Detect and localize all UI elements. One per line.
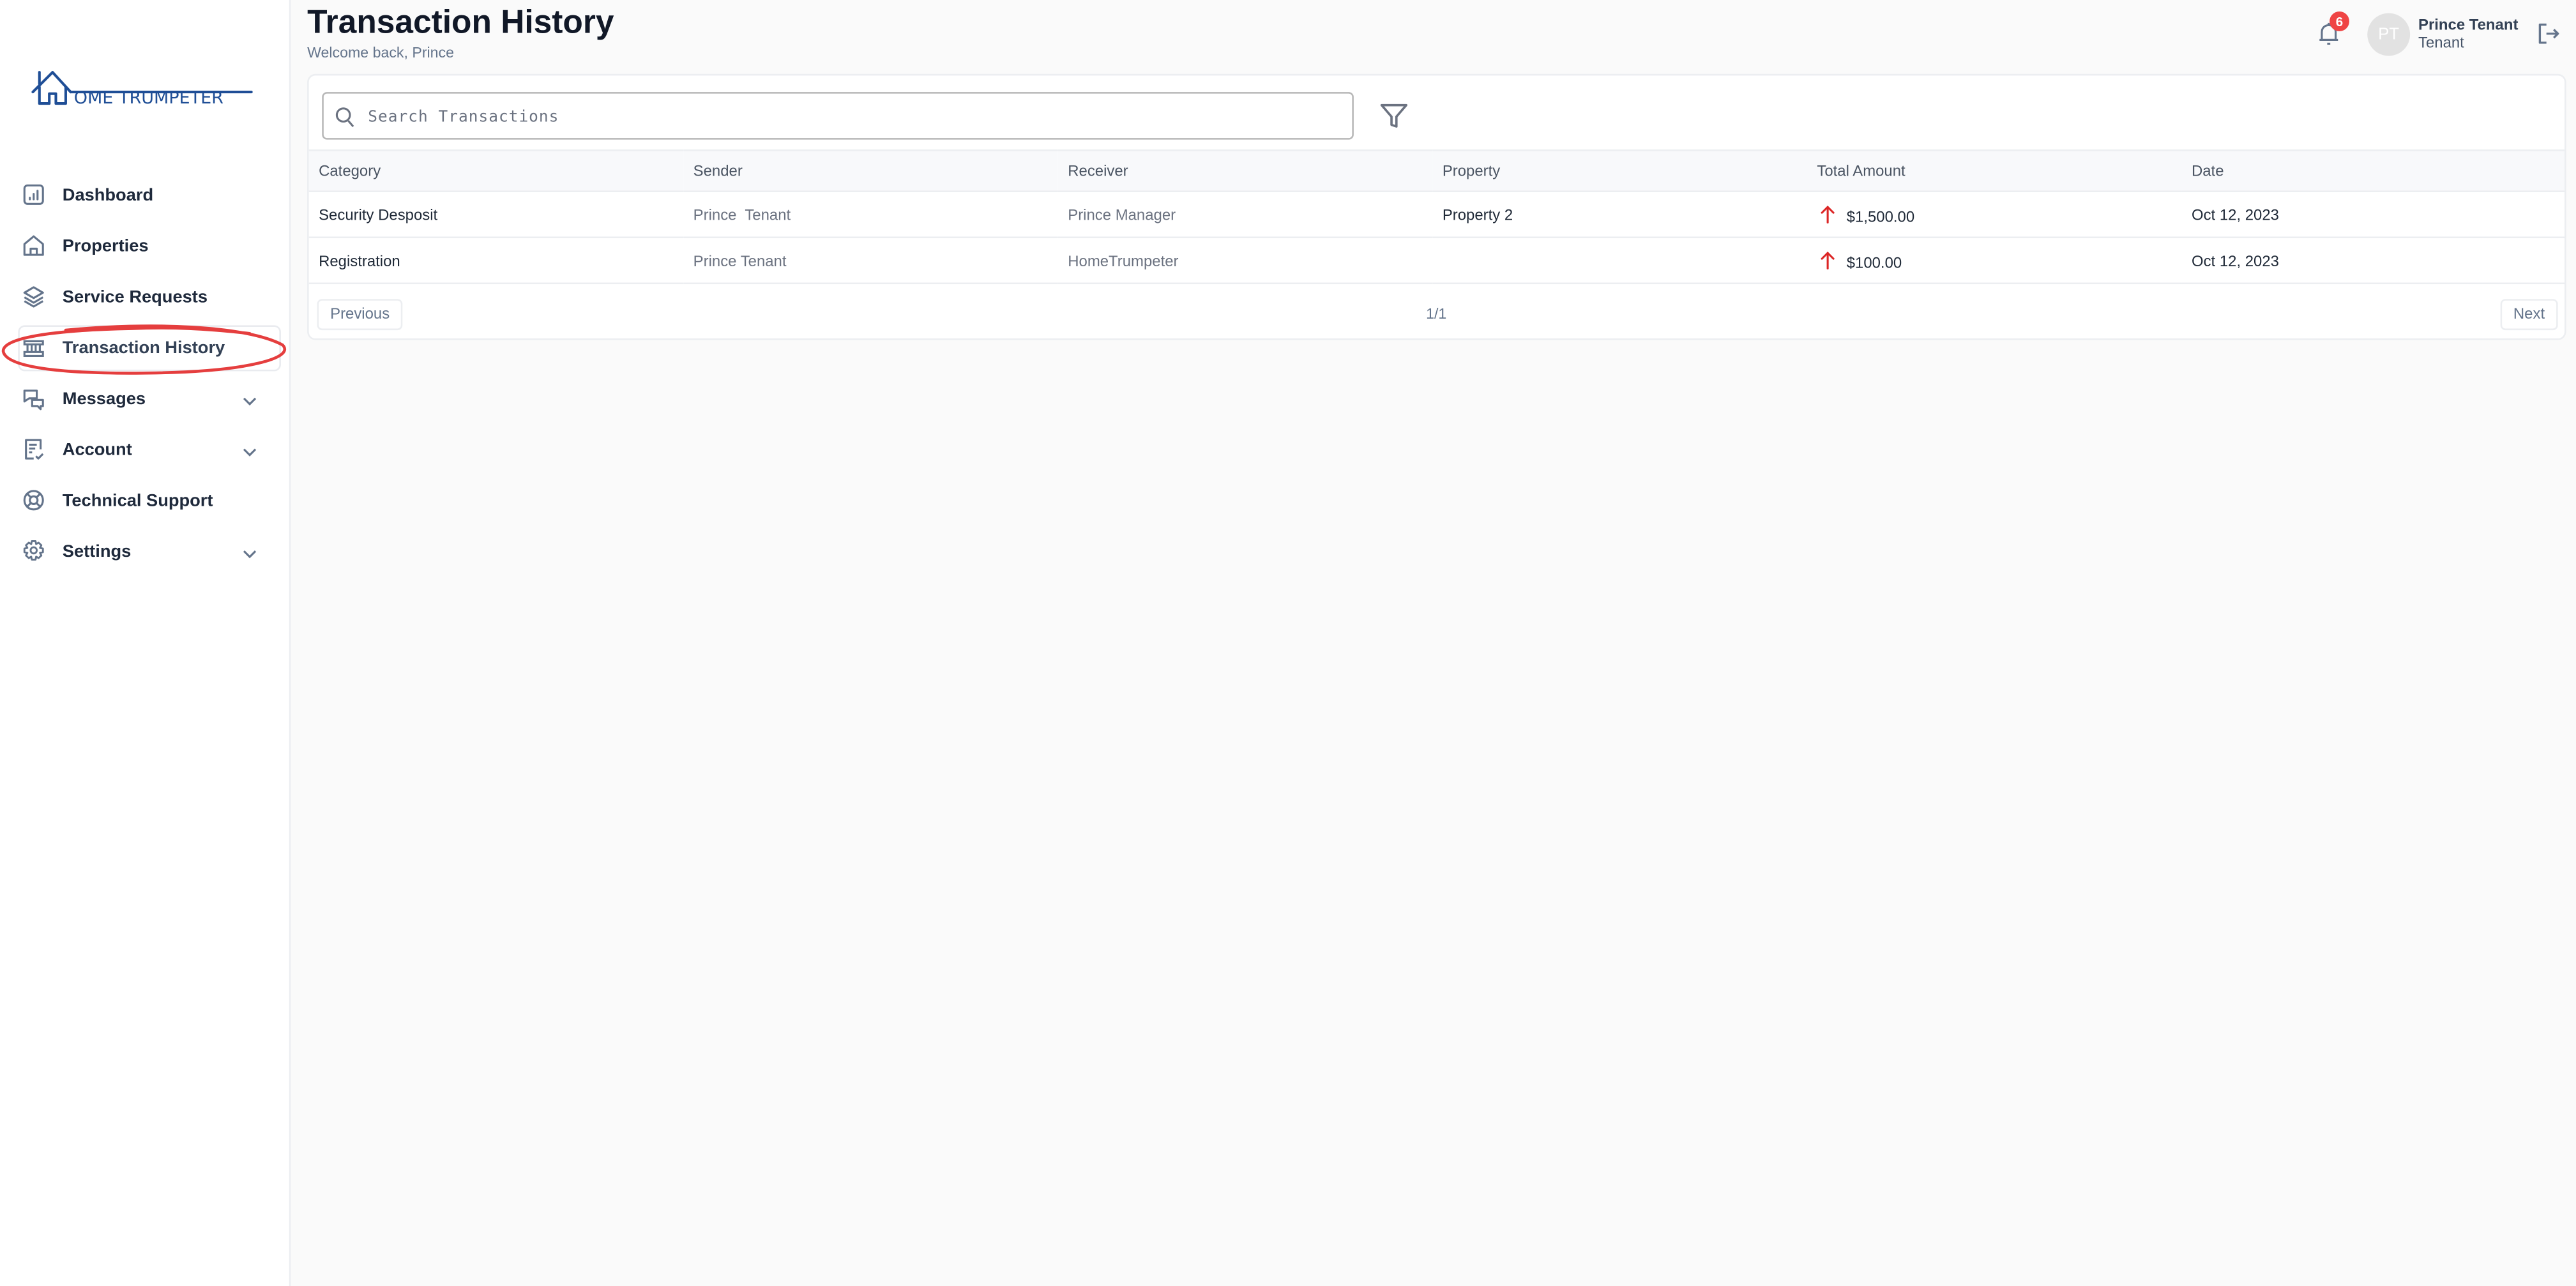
arrow-up-icon <box>1821 250 1835 269</box>
table-row[interactable]: Registration Prince Tenant HomeTrumpeter… <box>308 237 2565 284</box>
column-header-receiver: Receiver <box>1068 162 1128 179</box>
sidebar-item-properties[interactable]: Properties <box>0 220 289 271</box>
sidebar: OME TRUMPETER Dashboard Properties Servi… <box>0 0 291 1286</box>
sidebar-item-label: Messages <box>62 388 146 409</box>
sidebar-item-label: Settings <box>62 541 132 561</box>
arrow-up-icon <box>1821 204 1835 223</box>
table-header: Category Sender Receiver Property Total … <box>308 150 2565 192</box>
house-logo-icon: OME TRUMPETER <box>31 71 253 108</box>
sidebar-item-label: Technical Support <box>62 490 213 510</box>
bank-icon <box>21 335 46 360</box>
sidebar-item-dashboard[interactable]: Dashboard <box>0 169 289 220</box>
cell-category: Security Desposit <box>319 206 438 223</box>
user-name: Prince Tenant <box>2418 16 2519 33</box>
sidebar-item-label: Dashboard <box>62 185 154 205</box>
home-trumpeter-logo[interactable]: OME TRUMPETER <box>29 52 256 108</box>
cell-date: Oct 12, 2023 <box>2191 252 2279 269</box>
sidebar-item-label: Properties <box>62 236 149 256</box>
app-root: OME TRUMPETER Dashboard Properties Servi… <box>0 0 2576 1286</box>
column-header-category: Category <box>319 162 381 179</box>
pagination: Previous 1/1 Next <box>309 291 2565 338</box>
sidebar-item-label: Transaction History <box>62 337 225 358</box>
sidebar-item-settings[interactable]: Settings <box>0 526 289 577</box>
amount-value: $1,500.00 <box>1846 208 1915 225</box>
sidebar-item-technical-support[interactable]: Technical Support <box>0 475 289 526</box>
sidebar-item-messages[interactable]: Messages <box>0 373 289 424</box>
cell-total-amount: $100.00 <box>1807 238 2182 284</box>
user-role: Tenant <box>2418 34 2464 51</box>
cell-category: Registration <box>319 252 400 269</box>
sidebar-item-label: Account <box>62 439 132 460</box>
chevron-down-icon[interactable] <box>240 541 260 561</box>
cell-property: Property 2 <box>1442 206 1513 223</box>
next-page-button[interactable]: Next <box>2500 299 2558 331</box>
transactions-table: Category Sender Receiver Property Total … <box>308 149 2565 284</box>
cell-receiver: Prince Manager <box>1068 206 1176 223</box>
page-indicator: 1/1 <box>1426 305 1447 322</box>
cell-total-amount: $1,500.00 <box>1807 192 2182 238</box>
sidebar-item-service-requests[interactable]: Service Requests <box>0 271 289 322</box>
sidebar-item-label: Service Requests <box>62 286 208 306</box>
chart-bar-icon <box>21 183 46 208</box>
chat-icon <box>21 386 46 411</box>
cell-property <box>1432 238 1807 284</box>
table-row[interactable]: Security Desposit Prince Tenant Prince M… <box>308 191 2565 238</box>
previous-page-button[interactable]: Previous <box>317 299 403 331</box>
column-header-total-amount: Total Amount <box>1817 162 1905 179</box>
logout-icon[interactable] <box>2536 21 2559 46</box>
document-check-icon <box>21 437 46 462</box>
gear-icon <box>21 539 46 564</box>
column-header-sender: Sender <box>693 162 743 179</box>
search-icon <box>335 107 355 128</box>
layers-icon <box>21 284 46 309</box>
brand-text: OME TRUMPETER <box>74 88 224 108</box>
sidebar-nav: Dashboard Properties Service Requests Tr… <box>0 169 289 577</box>
page-title: Transaction History <box>307 4 614 42</box>
column-header-property: Property <box>1442 162 1501 179</box>
chevron-down-icon[interactable] <box>240 439 260 459</box>
home-icon <box>21 233 46 258</box>
avatar[interactable]: PT <box>2367 13 2411 56</box>
sidebar-item-transaction-history[interactable]: Transaction History <box>0 322 289 373</box>
cell-sender: Prince Tenant <box>693 206 791 223</box>
column-header-date: Date <box>2191 162 2224 179</box>
cell-receiver: HomeTrumpeter <box>1068 252 1179 269</box>
search-input[interactable] <box>365 93 1349 142</box>
amount-value: $100.00 <box>1846 253 1902 271</box>
cell-date: Oct 12, 2023 <box>2191 206 2279 223</box>
notification-count-badge: 6 <box>2330 11 2349 31</box>
filter-icon[interactable] <box>1378 100 1409 132</box>
chevron-down-icon[interactable] <box>240 388 260 408</box>
lifebuoy-icon <box>21 488 46 513</box>
transactions-card: Category Sender Receiver Property Total … <box>307 73 2566 340</box>
welcome-message: Welcome back, Prince <box>307 44 455 61</box>
sidebar-item-account[interactable]: Account <box>0 424 289 475</box>
cell-sender: Prince Tenant <box>693 252 787 269</box>
search-field[interactable] <box>322 92 1354 142</box>
